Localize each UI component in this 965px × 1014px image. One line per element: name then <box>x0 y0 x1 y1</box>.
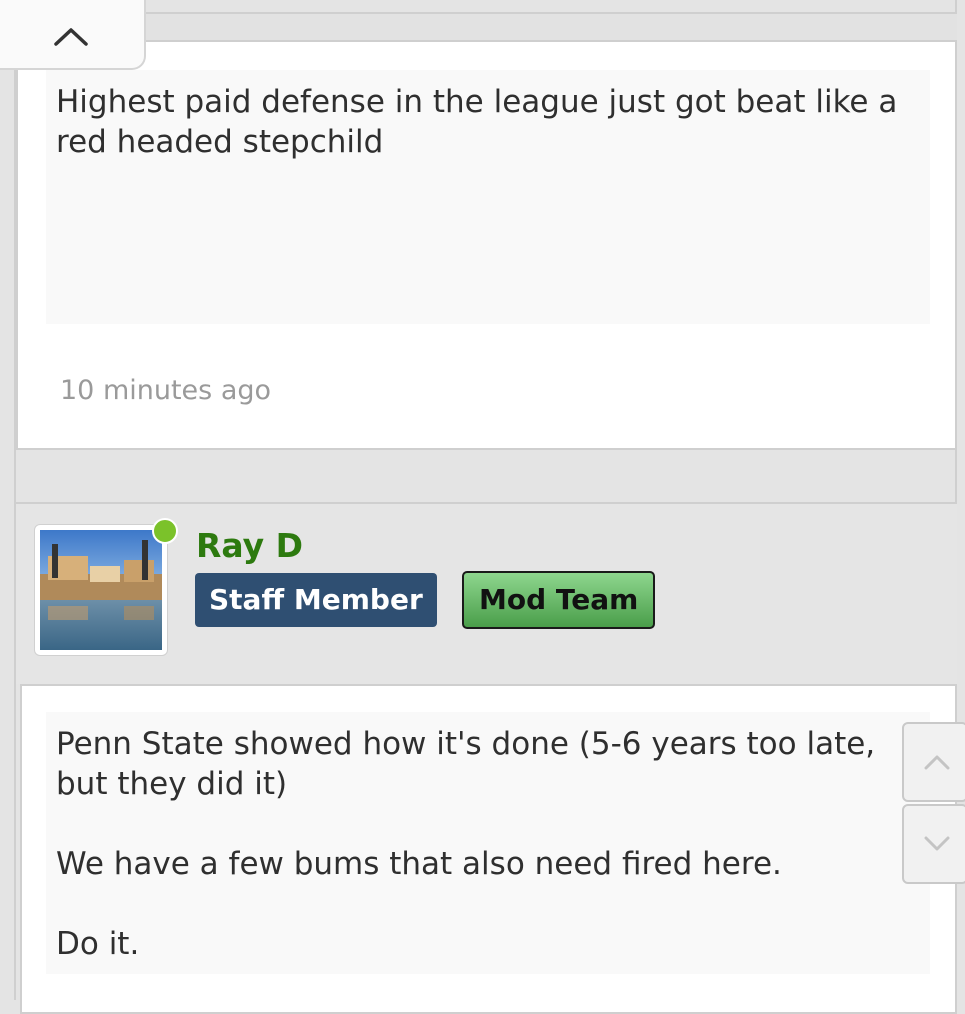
top-strip <box>140 12 957 42</box>
scroll-up-button[interactable] <box>902 722 965 802</box>
collapse-button[interactable] <box>0 0 146 70</box>
chevron-up-icon <box>924 755 950 770</box>
mod-team-badge: Mod Team <box>462 571 656 629</box>
staff-member-badge: Staff Member <box>195 573 437 627</box>
username-link[interactable]: Ray D <box>196 526 303 565</box>
online-status-dot <box>152 518 178 544</box>
message-body: Penn State showed how it's done (5-6 yea… <box>46 712 930 974</box>
post-timestamp[interactable]: 10 minutes ago <box>60 375 271 406</box>
scroll-down-button[interactable] <box>902 804 965 884</box>
message-text: Highest paid defense in the league just … <box>56 84 908 160</box>
message-body: Highest paid defense in the league just … <box>46 70 930 324</box>
chevron-up-icon <box>54 28 88 46</box>
avatar-image <box>40 530 162 650</box>
post-card: Highest paid defense in the league just … <box>16 40 957 450</box>
message-text: Penn State showed how it's done (5-6 yea… <box>56 726 876 962</box>
avatar[interactable] <box>34 524 168 656</box>
chevron-down-icon <box>924 836 950 851</box>
left-rail <box>0 0 16 1000</box>
post-card: Penn State showed how it's done (5-6 yea… <box>20 684 957 1014</box>
post-author-header: Ray D Staff Member Mod Team <box>16 502 957 684</box>
